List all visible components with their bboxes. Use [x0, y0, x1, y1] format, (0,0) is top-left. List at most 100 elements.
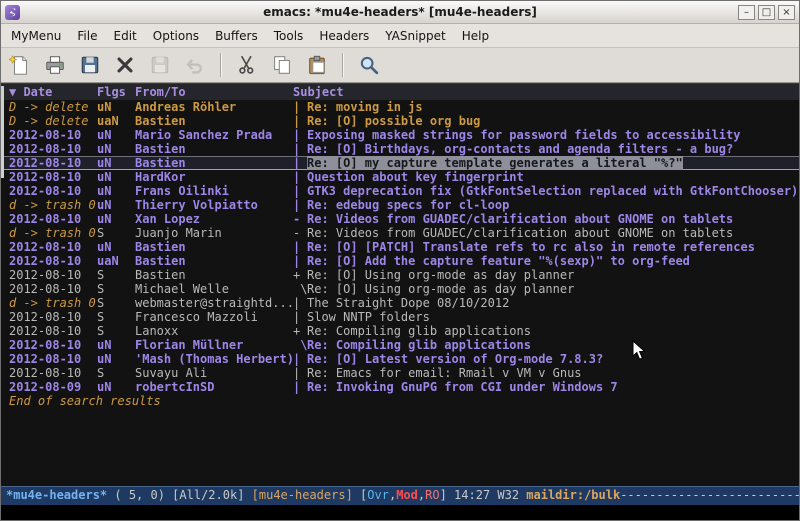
column-header-from[interactable]: From/To — [135, 84, 293, 100]
print-icon[interactable] — [42, 52, 68, 78]
subject-cell: Re: Invoking GnuPG from CGI under Window… — [307, 380, 618, 394]
menu-yasnippet[interactable]: YASnippet — [377, 26, 454, 46]
column-header-subject[interactable]: Subject — [293, 84, 344, 100]
subject-cell: Exposing masked strings for password fie… — [307, 128, 740, 142]
menu-tools[interactable]: Tools — [266, 26, 312, 46]
message-row[interactable]: D -> deleteuaNBastien|Re: [O] possible o… — [1, 114, 799, 128]
paste-icon[interactable] — [304, 52, 330, 78]
kill-buffer-icon[interactable] — [112, 52, 138, 78]
message-row[interactable]: 2012-08-10SFrancesco Mazzoli|Slow NNTP f… — [1, 310, 799, 324]
column-header-flags[interactable]: Flgs — [97, 84, 135, 100]
thread-prefix: | — [293, 240, 307, 254]
modeline-segment-mode: [mu4e-headers] — [252, 488, 353, 502]
message-row[interactable]: 2012-08-10uNBastien|Re: [O] my capture t… — [1, 156, 799, 170]
minibuffer[interactable] — [1, 505, 799, 520]
subject-cell: Re: [O] my capture template generates a … — [307, 156, 683, 170]
from-cell: Xan Lopez — [135, 212, 293, 226]
flags-cell: S — [97, 366, 135, 380]
scrollbar-thumb[interactable] — [1, 86, 4, 178]
modeline-segment-plain: -------------------------------- — [620, 488, 799, 502]
message-row[interactable]: 2012-08-10uaNBastien|Re: [O] Add the cap… — [1, 254, 799, 268]
mode-line[interactable]: *mu4e-headers* ( 5, 0) [All/2.0k] [mu4e-… — [1, 486, 799, 505]
subject-cell: Question about key fingerprint — [307, 170, 524, 184]
flags-cell: uN — [97, 128, 135, 142]
cut-icon[interactable] — [234, 52, 260, 78]
modeline-segment-folder: maildir:/bulk — [526, 488, 620, 502]
message-row[interactable]: D -> deleteuNAndreas Röhler|Re: moving i… — [1, 100, 799, 114]
message-row[interactable]: 2012-08-10uNFlorian Müllner \Re: Compili… — [1, 338, 799, 352]
flags-cell: S — [97, 282, 135, 296]
thread-prefix: | — [293, 296, 307, 310]
message-row[interactable]: d -> trash 0uNThierry Volpiatto|Re: edeb… — [1, 198, 799, 212]
minimize-button[interactable]: – — [738, 5, 755, 20]
new-file-icon[interactable] — [7, 52, 33, 78]
subject-cell: Re: [O] Birthdays, org-contacts and agen… — [307, 142, 733, 156]
maximize-button[interactable]: □ — [758, 5, 775, 20]
from-cell: Bastien — [135, 240, 293, 254]
message-row[interactable]: 2012-08-10SBastien+Re: [O] Using org-mod… — [1, 268, 799, 282]
menu-mymenu[interactable]: MyMenu — [3, 26, 69, 46]
message-row[interactable]: 2012-08-09uNrobertcInSD|Re: Invoking Gnu… — [1, 380, 799, 394]
mark-cell: D -> delete — [9, 114, 97, 128]
thread-prefix: + — [293, 324, 307, 338]
message-row[interactable]: 2012-08-10uNBastien|Re: [O] Birthdays, o… — [1, 142, 799, 156]
message-row[interactable]: 2012-08-10uNXan Lopez-Re: Videos from GU… — [1, 212, 799, 226]
window-controls: –□× — [738, 5, 795, 20]
from-cell: webmaster@straightd... — [135, 296, 293, 310]
flags-cell: uN — [97, 212, 135, 226]
flags-cell: uaN — [97, 114, 135, 128]
menu-edit[interactable]: Edit — [106, 26, 145, 46]
flags-cell: uN — [97, 142, 135, 156]
message-row[interactable]: 2012-08-10SMichael Welle \Re: [O] Using … — [1, 282, 799, 296]
header-line[interactable]: ▼ Date Flgs From/To Subject — [1, 84, 799, 100]
menu-help[interactable]: Help — [454, 26, 497, 46]
message-row[interactable]: 2012-08-10uNFrans Oilinki|GTK3 deprecati… — [1, 184, 799, 198]
save-icon[interactable] — [77, 52, 103, 78]
menu-headers[interactable]: Headers — [311, 26, 377, 46]
from-cell: Frans Oilinki — [135, 184, 293, 198]
thread-prefix: | — [293, 254, 307, 268]
close-button[interactable]: × — [778, 5, 795, 20]
from-cell: Bastien — [135, 268, 293, 282]
message-row[interactable]: d -> trash 0SJuanjo Marin-Re: Videos fro… — [1, 226, 799, 240]
date-cell: 2012-08-10 — [9, 324, 97, 338]
modeline-segment-plain: ] — [440, 488, 454, 502]
message-row[interactable]: 2012-08-10uN'Mash (Thomas Herbert)|Re: [… — [1, 352, 799, 366]
menu-options[interactable]: Options — [145, 26, 207, 46]
message-row[interactable]: 2012-08-10SLanoxx+Re: Compiling glib app… — [1, 324, 799, 338]
message-row[interactable]: 2012-08-10SSuvayu Ali|Re: Emacs for emai… — [1, 366, 799, 380]
modeline-segment-buffer: *mu4e-headers* — [6, 488, 107, 502]
subject-cell: Re: Emacs for email: Rmail v VM v Gnus — [307, 366, 582, 380]
toolbar-separator — [342, 53, 344, 77]
date-cell: 2012-08-09 — [9, 380, 97, 394]
date-cell: 2012-08-10 — [9, 254, 97, 268]
from-cell: Lanoxx — [135, 324, 293, 338]
message-row[interactable]: d -> trash 0Swebmaster@straightd...|The … — [1, 296, 799, 310]
subject-cell: Re: [O] Add the capture feature "%(sexp)… — [307, 254, 690, 268]
subject-cell: Re: [O] Using org-mode as day planner — [307, 282, 574, 296]
message-row[interactable]: 2012-08-10uNHardKor|Question about key f… — [1, 170, 799, 184]
mark-cell: d -> trash 0 — [9, 226, 97, 240]
message-row[interactable]: 2012-08-10uNMario Sanchez Prada|Exposing… — [1, 128, 799, 142]
copy-icon[interactable] — [269, 52, 295, 78]
titlebar[interactable]: emacs: *mu4e-headers* [mu4e-headers] –□× — [1, 1, 799, 24]
date-cell: 2012-08-10 — [9, 366, 97, 380]
emacs-window: emacs: *mu4e-headers* [mu4e-headers] –□×… — [0, 0, 800, 521]
subject-cell: Re: [O] [PATCH] Translate refs to rc als… — [307, 240, 755, 254]
thread-prefix: | — [293, 352, 307, 366]
menu-file[interactable]: File — [69, 26, 105, 46]
message-row[interactable]: 2012-08-10uNBastien|Re: [O] [PATCH] Tran… — [1, 240, 799, 254]
thread-prefix: | — [293, 310, 307, 324]
from-cell: 'Mash (Thomas Herbert) — [135, 352, 293, 366]
thread-prefix: + — [293, 268, 307, 282]
thread-prefix: | — [293, 170, 307, 184]
thread-prefix: | — [293, 100, 307, 114]
modeline-segment-plain: [ — [353, 488, 367, 502]
date-cell: 2012-08-10 — [9, 268, 97, 282]
search-icon[interactable] — [356, 52, 382, 78]
menu-buffers[interactable]: Buffers — [207, 26, 266, 46]
thread-prefix: \ — [293, 282, 307, 296]
subject-cell: Re: [O] possible org bug — [307, 114, 480, 128]
column-header-date[interactable]: ▼ Date — [9, 84, 97, 100]
thread-prefix: \ — [293, 338, 307, 352]
